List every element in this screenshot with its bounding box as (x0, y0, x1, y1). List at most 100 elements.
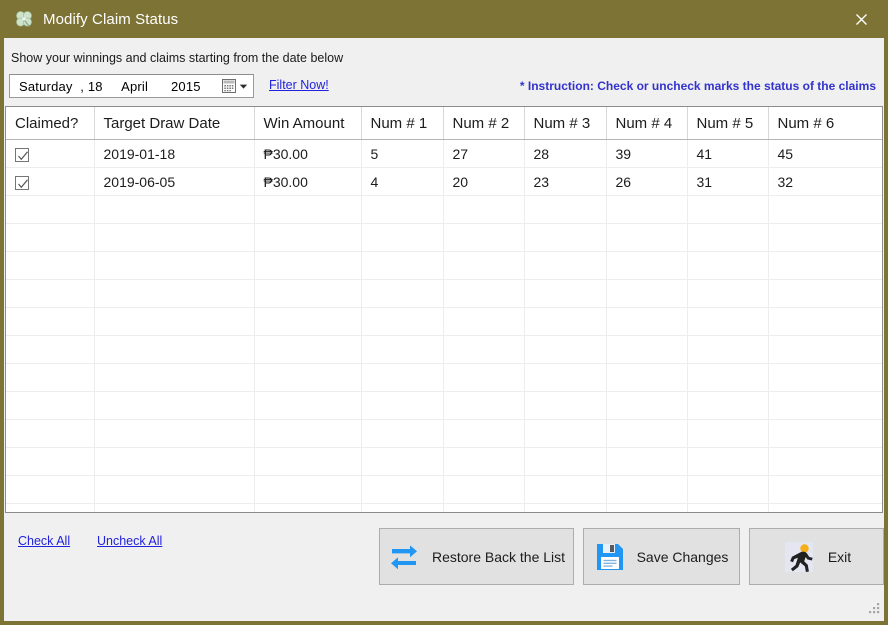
claimed-checkbox[interactable] (15, 147, 29, 162)
cell-empty[interactable] (687, 307, 769, 336)
cell-empty[interactable] (361, 447, 444, 476)
filter-now-link[interactable]: Filter Now! (269, 78, 329, 92)
cell-empty[interactable] (6, 363, 95, 392)
cell-empty[interactable] (361, 279, 444, 308)
cell-empty[interactable] (606, 223, 688, 252)
cell-win-amount[interactable]: ₱30.00 (254, 167, 362, 196)
cell-empty[interactable] (768, 251, 882, 280)
column-header-num-4[interactable]: Num # 4 (606, 107, 688, 140)
cell-empty[interactable] (361, 419, 444, 448)
cell-num-3[interactable]: 28 (524, 139, 607, 168)
cell-empty[interactable] (687, 419, 769, 448)
cell-empty[interactable] (254, 391, 362, 420)
cell-empty[interactable] (606, 195, 688, 224)
cell-empty[interactable] (361, 363, 444, 392)
table-row-empty[interactable] (6, 307, 882, 336)
cell-empty[interactable] (443, 307, 525, 336)
cell-empty[interactable] (443, 363, 525, 392)
cell-empty[interactable] (94, 307, 255, 336)
cell-empty[interactable] (254, 419, 362, 448)
cell-empty[interactable] (768, 279, 882, 308)
cell-empty[interactable] (6, 335, 95, 364)
column-header-num-3[interactable]: Num # 3 (524, 107, 607, 140)
table-row[interactable]: 2019-06-05 ₱30.00 4 20 23 26 31 32 (6, 167, 882, 196)
cell-num-2[interactable]: 20 (443, 167, 525, 196)
cell-empty[interactable] (687, 503, 769, 512)
cell-empty[interactable] (361, 475, 444, 504)
cell-claimed[interactable] (6, 139, 95, 168)
cell-empty[interactable] (524, 251, 607, 280)
cell-empty[interactable] (524, 279, 607, 308)
cell-empty[interactable] (524, 223, 607, 252)
cell-empty[interactable] (524, 447, 607, 476)
cell-empty[interactable] (768, 335, 882, 364)
cell-empty[interactable] (361, 307, 444, 336)
cell-empty[interactable] (524, 419, 607, 448)
table-row-empty[interactable] (6, 503, 882, 512)
table-row-empty[interactable] (6, 475, 882, 504)
date-picker-input[interactable]: Saturday , 18 April 2015 (9, 74, 254, 98)
table-row-empty[interactable] (6, 279, 882, 308)
cell-num-4[interactable]: 39 (606, 139, 688, 168)
cell-empty[interactable] (768, 195, 882, 224)
cell-empty[interactable] (361, 223, 444, 252)
cell-empty[interactable] (443, 195, 525, 224)
cell-empty[interactable] (606, 391, 688, 420)
column-header-num-6[interactable]: Num # 6 (768, 107, 882, 140)
cell-empty[interactable] (524, 335, 607, 364)
cell-empty[interactable] (94, 251, 255, 280)
cell-empty[interactable] (687, 279, 769, 308)
cell-empty[interactable] (768, 363, 882, 392)
cell-empty[interactable] (443, 503, 525, 512)
cell-empty[interactable] (6, 447, 95, 476)
cell-empty[interactable] (6, 475, 95, 504)
cell-empty[interactable] (687, 335, 769, 364)
table-row-empty[interactable] (6, 335, 882, 364)
cell-empty[interactable] (606, 419, 688, 448)
cell-empty[interactable] (254, 363, 362, 392)
table-row-empty[interactable] (6, 447, 882, 476)
cell-empty[interactable] (687, 363, 769, 392)
cell-empty[interactable] (254, 503, 362, 512)
cell-num-3[interactable]: 23 (524, 167, 607, 196)
cell-empty[interactable] (524, 307, 607, 336)
table-row-empty[interactable] (6, 419, 882, 448)
cell-empty[interactable] (768, 307, 882, 336)
cell-empty[interactable] (443, 391, 525, 420)
cell-empty[interactable] (254, 223, 362, 252)
cell-empty[interactable] (6, 251, 95, 280)
cell-empty[interactable] (254, 307, 362, 336)
save-changes-button[interactable]: Save Changes (583, 528, 740, 585)
cell-empty[interactable] (768, 419, 882, 448)
table-row-empty[interactable] (6, 195, 882, 224)
table-row-empty[interactable] (6, 251, 882, 280)
cell-empty[interactable] (254, 279, 362, 308)
cell-empty[interactable] (94, 503, 255, 512)
column-header-num-1[interactable]: Num # 1 (361, 107, 444, 140)
table-row-empty[interactable] (6, 363, 882, 392)
restore-back-the-list-button[interactable]: Restore Back the List (379, 528, 574, 585)
cell-empty[interactable] (768, 223, 882, 252)
cell-num-5[interactable]: 31 (687, 167, 769, 196)
cell-empty[interactable] (94, 223, 255, 252)
claimed-checkbox[interactable] (15, 175, 29, 190)
column-header-num-5[interactable]: Num # 5 (687, 107, 769, 140)
cell-empty[interactable] (94, 419, 255, 448)
cell-empty[interactable] (443, 475, 525, 504)
cell-empty[interactable] (254, 195, 362, 224)
cell-empty[interactable] (254, 335, 362, 364)
date-picker-dropdown-button[interactable] (222, 79, 253, 93)
cell-empty[interactable] (361, 503, 444, 512)
resize-grip[interactable] (867, 601, 881, 615)
cell-num-1[interactable]: 5 (361, 139, 444, 168)
cell-empty[interactable] (94, 279, 255, 308)
close-button[interactable] (838, 0, 884, 38)
cell-empty[interactable] (361, 195, 444, 224)
cell-empty[interactable] (524, 195, 607, 224)
cell-empty[interactable] (361, 335, 444, 364)
cell-empty[interactable] (524, 503, 607, 512)
cell-empty[interactable] (524, 391, 607, 420)
cell-empty[interactable] (606, 307, 688, 336)
cell-empty[interactable] (606, 279, 688, 308)
cell-empty[interactable] (524, 363, 607, 392)
